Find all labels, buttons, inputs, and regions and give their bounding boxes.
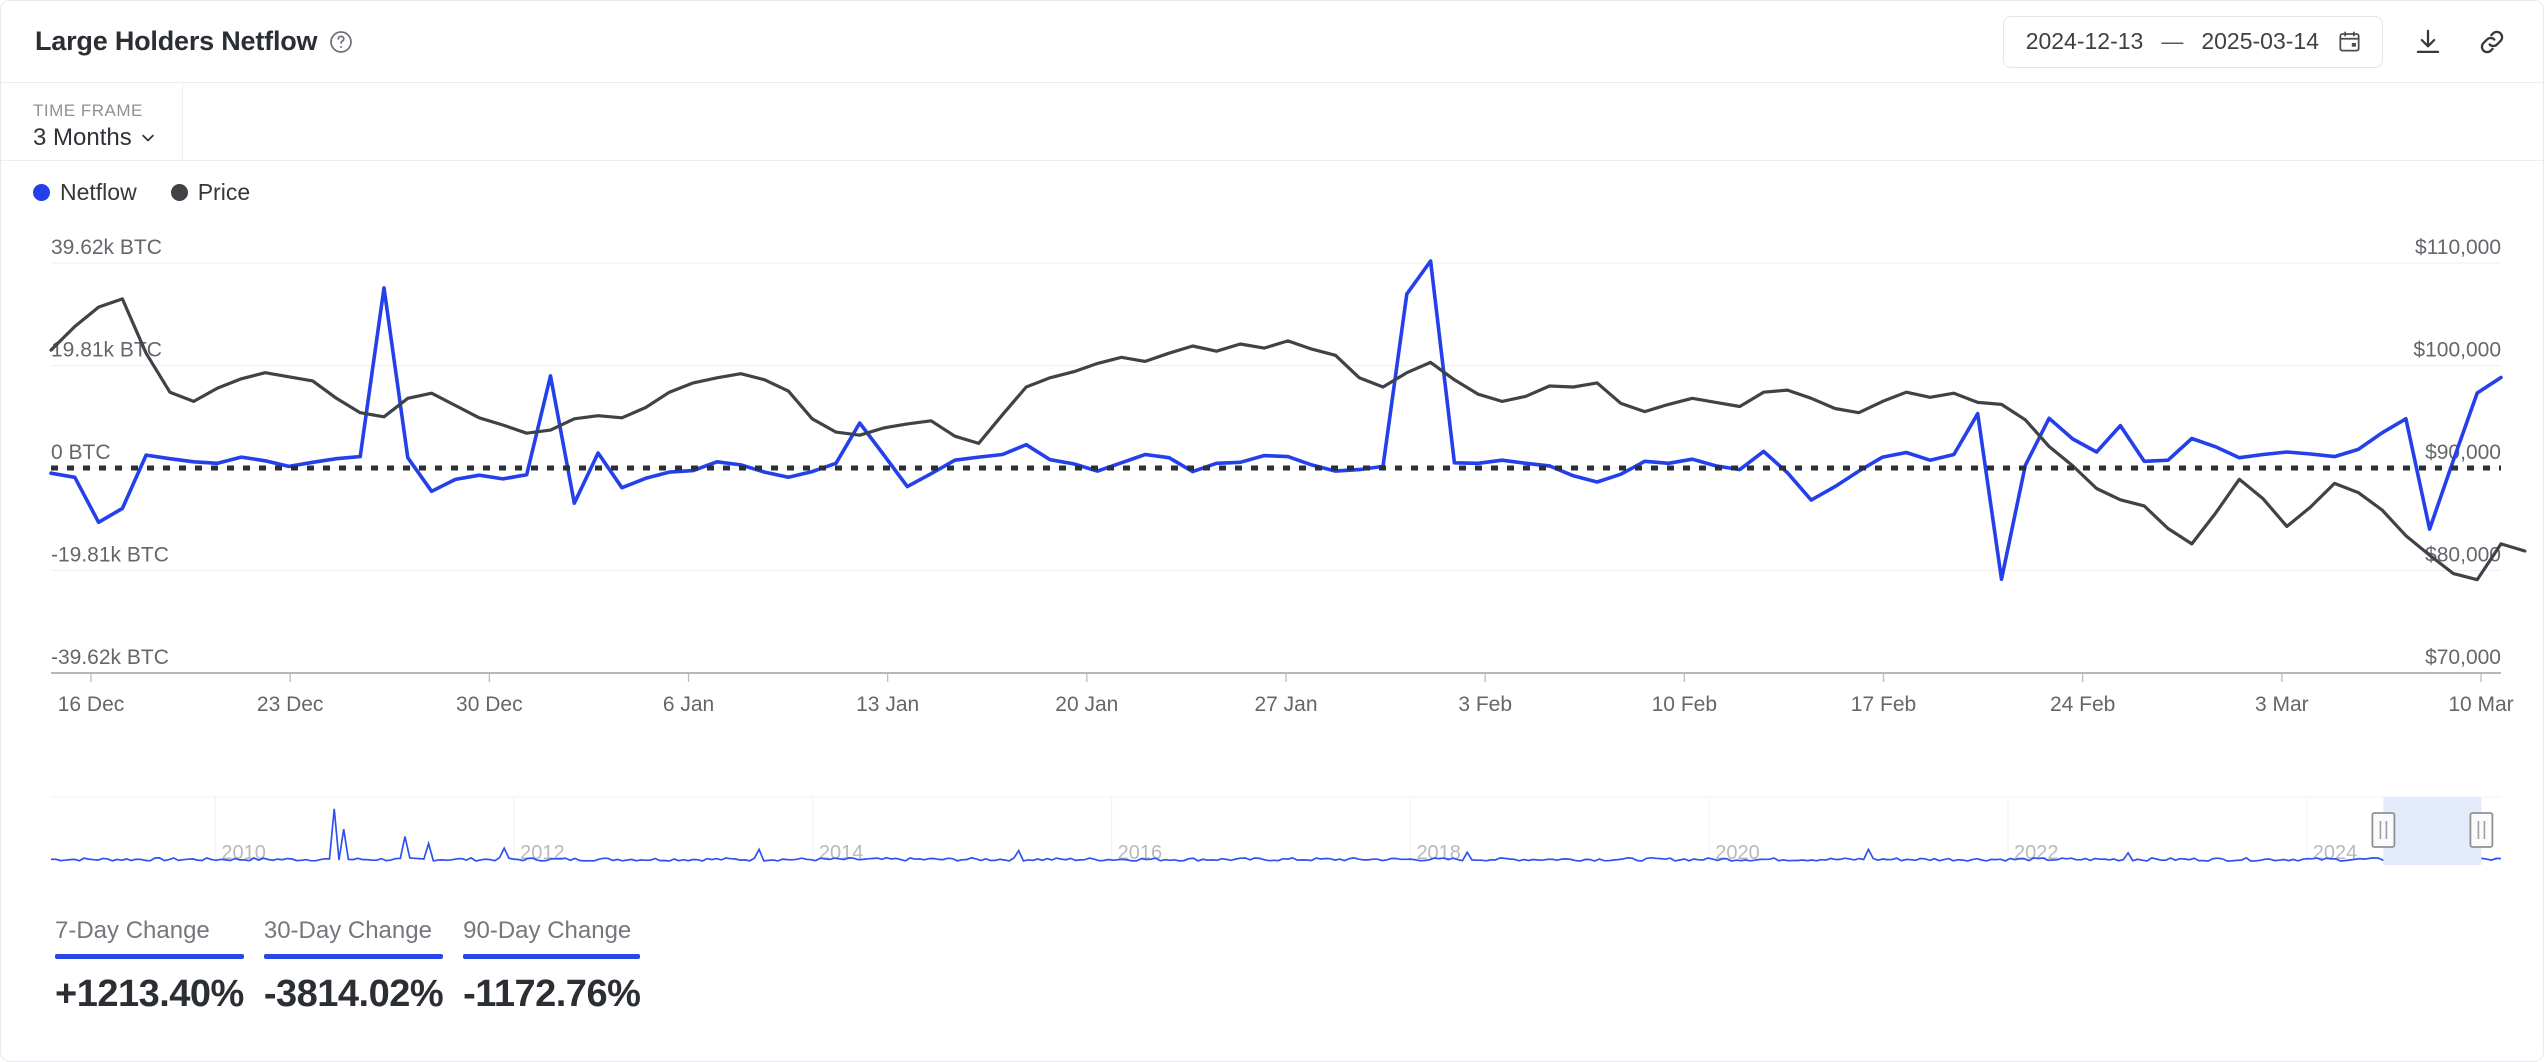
timeframe-value-group[interactable]: 3 Months bbox=[33, 124, 182, 152]
x-axis-tick-label: 20 Jan bbox=[1055, 693, 1118, 716]
change-stats: 7-Day Change +1213.40% 30-Day Change -38… bbox=[1, 893, 2543, 1016]
minimap-svg[interactable]: 2010 2012 2014 2016 2018 2020 2022 2024 bbox=[1, 783, 2544, 893]
timeframe-select[interactable]: TIME FRAME 3 Months bbox=[1, 83, 183, 160]
series-line-netflow bbox=[49, 259, 2503, 581]
title-group: Large Holders Netflow bbox=[35, 26, 354, 57]
stat-90-day: 90-Day Change -1172.76% bbox=[463, 917, 641, 1016]
y2-axis-tick-label: $90,000 bbox=[2425, 441, 2501, 464]
y2-axis-tick-label: $110,000 bbox=[2415, 236, 2501, 259]
y-axis-tick-label: -19.81k BTC bbox=[51, 544, 169, 567]
timeframe-value: 3 Months bbox=[33, 124, 132, 151]
x-axis-tick-label: 10 Feb bbox=[1652, 693, 1717, 716]
minimap-selection-window[interactable] bbox=[2383, 797, 2482, 865]
stat-label-7-day: 7-Day Change bbox=[55, 917, 210, 944]
page-title: Large Holders Netflow bbox=[35, 26, 318, 56]
legend-dot-netflow bbox=[33, 183, 50, 201]
x-axis-tick-label: 6 Jan bbox=[663, 693, 714, 716]
minimap-handle-left[interactable] bbox=[2371, 812, 2396, 848]
minimap-series-line bbox=[50, 808, 2502, 862]
series-line-price bbox=[49, 297, 2527, 582]
legend-label-netflow: Netflow bbox=[60, 178, 137, 205]
minimap-year-label: 2014 bbox=[819, 842, 864, 864]
question-circle-icon[interactable] bbox=[328, 29, 354, 55]
chart-minimap[interactable]: 2010 2012 2014 2016 2018 2020 2022 2024 bbox=[1, 783, 2543, 893]
download-icon[interactable] bbox=[2409, 23, 2447, 61]
x-axis-tick-label: 10 Mar bbox=[2448, 693, 2513, 716]
x-axis-tick-label: 30 Dec bbox=[456, 693, 523, 716]
date-range-picker[interactable]: 2024-12-13 — 2025-03-14 bbox=[2002, 15, 2383, 68]
stat-underline-30-day bbox=[263, 954, 444, 959]
stat-value-90-day: -1172.76% bbox=[463, 973, 641, 1015]
x-axis-tick-label: 17 Feb bbox=[1851, 693, 1916, 716]
card-header: Large Holders Netflow 2024-12-13 — 2025-… bbox=[1, 1, 2543, 83]
stat-7-day: 7-Day Change +1213.40% bbox=[55, 917, 244, 1016]
timeframe-label: TIME FRAME bbox=[33, 101, 143, 120]
y-axis-tick-label: 0 BTC bbox=[51, 441, 111, 464]
x-axis-tick-label: 16 Dec bbox=[58, 693, 125, 716]
x-axis-tick-label: 3 Mar bbox=[2255, 693, 2309, 716]
timeframe-bar: TIME FRAME 3 Months bbox=[1, 83, 2543, 161]
date-range-separator: — bbox=[2161, 28, 2184, 54]
x-axis-tick-label: 23 Dec bbox=[257, 693, 324, 716]
chevron-down-icon bbox=[139, 129, 157, 147]
chart-svg[interactable]: 39.62k BTC $110,00019.81k BTC $100,0000 BT… bbox=[1, 223, 2544, 783]
x-axis-tick-label: 24 Feb bbox=[2050, 693, 2115, 716]
date-range-end: 2025-03-14 bbox=[2201, 28, 2319, 54]
header-actions: 2024-12-13 — 2025-03-14 bbox=[2002, 15, 2511, 68]
chart-card: Large Holders Netflow 2024-12-13 — 2025-… bbox=[0, 0, 2544, 1062]
legend-item-price[interactable]: Price bbox=[170, 178, 251, 206]
stat-underline-90-day bbox=[463, 954, 641, 959]
stat-label-90-day: 90-Day Change bbox=[463, 917, 632, 944]
y2-axis-tick-label: $70,000 bbox=[2425, 646, 2501, 669]
x-axis-tick-label: 3 Feb bbox=[1458, 693, 1512, 716]
stat-value-30-day: -3814.02% bbox=[263, 973, 444, 1015]
link-icon[interactable] bbox=[2473, 23, 2511, 61]
chart-plot-area[interactable]: 39.62k BTC $110,000 19.81k BTC $100,000 0 BT… bbox=[1, 223, 2543, 783]
stat-30-day: 30-Day Change -3814.02% bbox=[263, 917, 444, 1016]
legend-dot-price bbox=[170, 183, 188, 201]
date-range-start: 2024-12-13 bbox=[2025, 28, 2144, 54]
minimap-handle-right[interactable] bbox=[2469, 812, 2494, 848]
y-axis-tick-label: 39.62k BTC bbox=[51, 236, 162, 259]
y-axis-tick-label: -39.62k BTC bbox=[51, 646, 169, 669]
x-axis-tick-label: 13 Jan bbox=[856, 693, 919, 716]
stat-underline-7-day bbox=[55, 954, 244, 959]
minimap-year-label: 2016 bbox=[1118, 842, 1163, 864]
x-axis-tick-label: 27 Jan bbox=[1254, 693, 1317, 716]
stat-label-30-day: 30-Day Change bbox=[263, 917, 432, 944]
chart-legend: Netflow Price bbox=[1, 161, 2543, 223]
calendar-icon[interactable] bbox=[2337, 29, 2362, 54]
stat-value-7-day: +1213.40% bbox=[55, 973, 244, 1015]
legend-item-netflow[interactable]: Netflow bbox=[33, 179, 137, 206]
y2-axis-tick-label: $100,000 bbox=[2413, 339, 2501, 362]
legend-label-price: Price bbox=[197, 178, 251, 205]
